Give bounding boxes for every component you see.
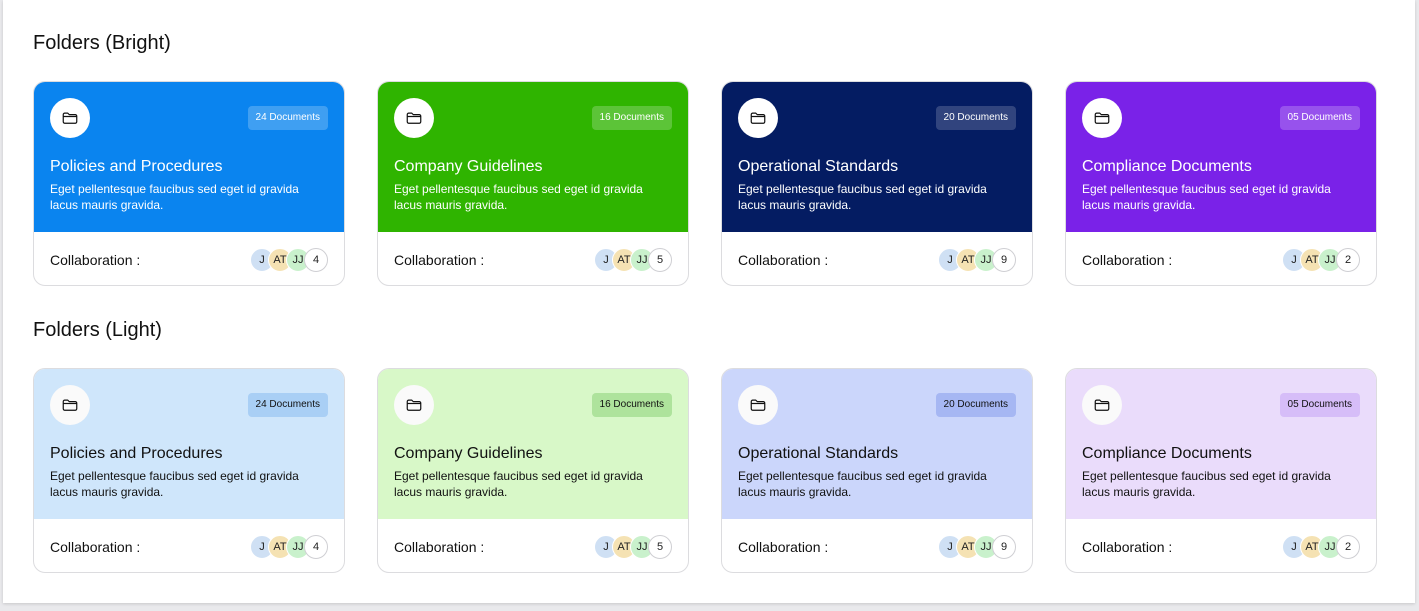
more-collaborators-count[interactable]: 5	[648, 247, 672, 272]
folder-card-header: 20 Documents Operational Standards Eget …	[722, 82, 1032, 232]
folder-title: Policies and Procedures	[50, 158, 223, 175]
collaboration-label: Collaboration :	[1082, 251, 1173, 268]
folder-title: Company Guidelines	[394, 158, 543, 175]
more-collaborators-count[interactable]: 2	[1336, 247, 1360, 272]
folder-card-header: 16 Documents Company Guidelines Eget pel…	[378, 82, 688, 232]
folder-icon	[50, 385, 90, 425]
section-title-bright: Folders (Bright)	[33, 32, 171, 54]
folder-card-header: 24 Documents Policies and Procedures Ege…	[34, 369, 344, 519]
folder-card-header: 05 Documents Compliance Documents Eget p…	[1066, 82, 1376, 232]
folder-row-light: 24 Documents Policies and Procedures Ege…	[33, 368, 1377, 573]
more-collaborators-count[interactable]: 2	[1336, 534, 1360, 559]
folder-card[interactable]: 16 Documents Company Guidelines Eget pel…	[377, 368, 689, 573]
folder-card[interactable]: 20 Documents Operational Standards Eget …	[721, 368, 1033, 573]
folder-description: Eget pellentesque faucibus sed eget id g…	[50, 469, 299, 499]
document-count-badge: 16 Documents	[591, 106, 672, 130]
avatar-group[interactable]: J AT JJ 4	[250, 247, 328, 272]
folder-description: Eget pellentesque faucibus sed eget id g…	[738, 469, 987, 499]
collaboration-row: Collaboration : J AT JJ 9	[722, 232, 1032, 285]
document-count-badge: 20 Documents	[935, 393, 1016, 417]
folder-icon	[738, 385, 778, 425]
folder-card-header: 20 Documents Operational Standards Eget …	[722, 369, 1032, 519]
collaboration-row: Collaboration : J AT JJ 2	[1066, 232, 1376, 285]
folder-card[interactable]: 05 Documents Compliance Documents Eget p…	[1065, 368, 1377, 573]
avatar-group[interactable]: J AT JJ 2	[1282, 534, 1360, 559]
collaboration-label: Collaboration :	[738, 251, 829, 268]
more-collaborators-count[interactable]: 5	[648, 534, 672, 559]
folder-description: Eget pellentesque faucibus sed eget id g…	[50, 182, 299, 212]
folder-description: Eget pellentesque faucibus sed eget id g…	[394, 182, 643, 212]
folder-card-header: 16 Documents Company Guidelines Eget pel…	[378, 369, 688, 519]
section-title-light: Folders (Light)	[33, 319, 162, 341]
folder-icon	[394, 385, 434, 425]
folder-card[interactable]: 20 Documents Operational Standards Eget …	[721, 81, 1033, 286]
folder-card[interactable]: 05 Documents Compliance Documents Eget p…	[1065, 81, 1377, 286]
collaboration-row: Collaboration : J AT JJ 5	[378, 232, 688, 285]
folder-icon	[50, 98, 90, 138]
document-count-badge: 05 Documents	[1279, 393, 1360, 417]
folder-icon	[394, 98, 434, 138]
collaboration-row: Collaboration : J AT JJ 4	[34, 232, 344, 285]
folder-card[interactable]: 24 Documents Policies and Procedures Ege…	[33, 81, 345, 286]
folder-card[interactable]: 16 Documents Company Guidelines Eget pel…	[377, 81, 689, 286]
document-count-badge: 20 Documents	[935, 106, 1016, 130]
more-collaborators-count[interactable]: 9	[992, 534, 1016, 559]
collaboration-label: Collaboration :	[394, 251, 485, 268]
folder-icon	[1082, 385, 1122, 425]
document-count-badge: 24 Documents	[247, 393, 328, 417]
collaboration-row: Collaboration : J AT JJ 9	[722, 519, 1032, 572]
folder-description: Eget pellentesque faucibus sed eget id g…	[738, 182, 987, 212]
collaboration-row: Collaboration : J AT JJ 2	[1066, 519, 1376, 572]
folder-card-header: 24 Documents Policies and Procedures Ege…	[34, 82, 344, 232]
collaboration-label: Collaboration :	[50, 251, 141, 268]
document-count-badge: 05 Documents	[1279, 106, 1360, 130]
folders-panel: Folders (Bright) 24 Documents Policies a…	[3, 0, 1415, 603]
folder-title: Company Guidelines	[394, 445, 543, 462]
avatar-group[interactable]: J AT JJ 2	[1282, 247, 1360, 272]
collaboration-row: Collaboration : J AT JJ 5	[378, 519, 688, 572]
folder-description: Eget pellentesque faucibus sed eget id g…	[1082, 182, 1331, 212]
folder-title: Compliance Documents	[1082, 445, 1252, 462]
folder-card-header: 05 Documents Compliance Documents Eget p…	[1066, 369, 1376, 519]
avatar-group[interactable]: J AT JJ 5	[594, 534, 672, 559]
avatar-group[interactable]: J AT JJ 9	[938, 247, 1016, 272]
folder-title: Operational Standards	[738, 445, 899, 462]
folder-card[interactable]: 24 Documents Policies and Procedures Ege…	[33, 368, 345, 573]
folder-description: Eget pellentesque faucibus sed eget id g…	[394, 469, 643, 499]
folder-row-bright: 24 Documents Policies and Procedures Ege…	[33, 81, 1377, 286]
collaboration-row: Collaboration : J AT JJ 4	[34, 519, 344, 572]
document-count-badge: 16 Documents	[591, 393, 672, 417]
folder-description: Eget pellentesque faucibus sed eget id g…	[1082, 469, 1331, 499]
document-count-badge: 24 Documents	[247, 106, 328, 130]
collaboration-label: Collaboration :	[738, 538, 829, 555]
more-collaborators-count[interactable]: 4	[304, 534, 328, 559]
folder-title: Policies and Procedures	[50, 445, 223, 462]
collaboration-label: Collaboration :	[394, 538, 485, 555]
folder-icon	[1082, 98, 1122, 138]
collaboration-label: Collaboration :	[50, 538, 141, 555]
avatar-group[interactable]: J AT JJ 4	[250, 534, 328, 559]
folder-title: Compliance Documents	[1082, 158, 1252, 175]
folder-title: Operational Standards	[738, 158, 899, 175]
more-collaborators-count[interactable]: 4	[304, 247, 328, 272]
collaboration-label: Collaboration :	[1082, 538, 1173, 555]
avatar-group[interactable]: J AT JJ 5	[594, 247, 672, 272]
folder-icon	[738, 98, 778, 138]
more-collaborators-count[interactable]: 9	[992, 247, 1016, 272]
avatar-group[interactable]: J AT JJ 9	[938, 534, 1016, 559]
